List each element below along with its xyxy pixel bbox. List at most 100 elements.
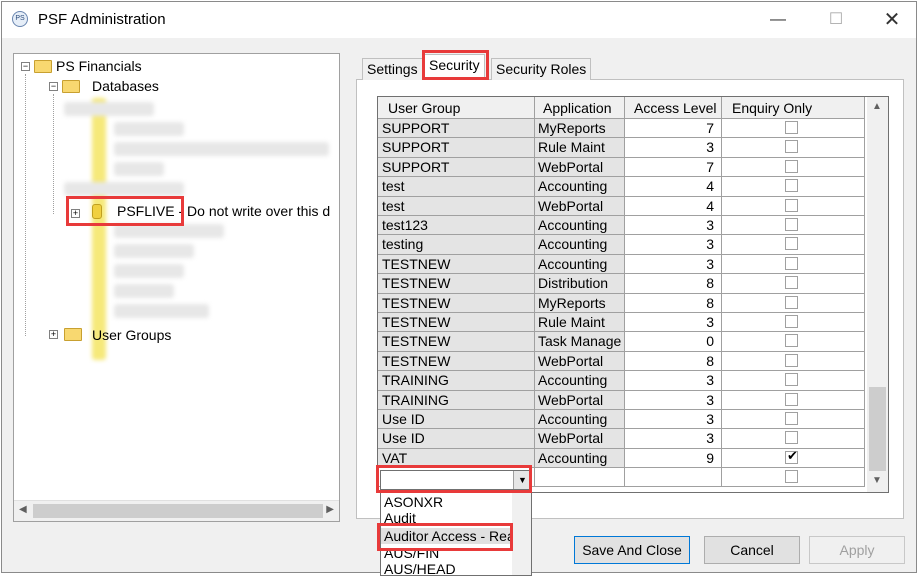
- cell-application[interactable]: WebPortal: [535, 157, 625, 178]
- cell-user-group[interactable]: test123: [378, 216, 535, 236]
- chevron-down-icon[interactable]: ▼: [513, 471, 531, 489]
- security-grid[interactable]: User Group Application Access Level Enqu…: [377, 96, 889, 493]
- cell-user-group[interactable]: TESTNEW: [378, 293, 535, 313]
- cell-user-group[interactable]: SUPPORT: [378, 119, 535, 139]
- new-row-enquiry-cell[interactable]: [722, 468, 865, 488]
- cell-enquiry-only[interactable]: [722, 254, 865, 275]
- cell-user-group[interactable]: SUPPORT: [378, 157, 535, 178]
- cell-user-group[interactable]: Use ID: [378, 429, 535, 449]
- tab-security[interactable]: Security: [424, 54, 485, 80]
- cell-application[interactable]: WebPortal: [535, 390, 625, 410]
- cell-application[interactable]: WebPortal: [535, 429, 625, 449]
- cell-user-group[interactable]: TESTNEW: [378, 332, 535, 352]
- cell-user-group[interactable]: TESTNEW: [378, 313, 535, 333]
- cell-application[interactable]: MyReports: [535, 293, 625, 313]
- tree-node-user-groups[interactable]: User Groups: [92, 326, 171, 344]
- cell-access-level[interactable]: 4: [625, 196, 722, 216]
- enquiry-checkbox[interactable]: [785, 179, 798, 193]
- cell-application[interactable]: MyReports: [535, 119, 625, 139]
- cell-enquiry-only[interactable]: [722, 216, 865, 236]
- tree-node-databases[interactable]: Databases: [92, 77, 159, 95]
- cell-user-group[interactable]: test: [378, 177, 535, 197]
- expand-icon[interactable]: +: [49, 330, 58, 339]
- tree-node-ps-financials[interactable]: PS Financials: [56, 57, 142, 75]
- expand-icon[interactable]: +: [71, 209, 80, 218]
- cell-user-group[interactable]: TESTNEW: [378, 254, 535, 275]
- cell-user-group[interactable]: TRAINING: [378, 390, 535, 410]
- cell-enquiry-only[interactable]: [722, 332, 865, 352]
- cell-user-group[interactable]: SUPPORT: [378, 138, 535, 158]
- column-header-enquiry-only[interactable]: Enquiry Only: [722, 97, 865, 119]
- cell-enquiry-only[interactable]: [722, 313, 865, 333]
- cell-application[interactable]: WebPortal: [535, 196, 625, 216]
- column-header-application[interactable]: Application: [535, 97, 625, 119]
- enquiry-checkbox[interactable]: [785, 353, 798, 367]
- cell-application[interactable]: Rule Maint: [535, 138, 625, 158]
- cell-access-level[interactable]: 4: [625, 177, 722, 197]
- cell-application[interactable]: Accounting: [535, 254, 625, 275]
- cell-access-level[interactable]: 8: [625, 274, 722, 294]
- enquiry-checkbox[interactable]: [785, 159, 798, 173]
- dropdown-option[interactable]: AUS/HEAD: [384, 561, 456, 575]
- user-group-combo[interactable]: ▼: [380, 470, 532, 490]
- collapse-icon[interactable]: −: [49, 82, 58, 91]
- enquiry-checkbox[interactable]: [785, 295, 798, 309]
- user-group-dropdown-list[interactable]: ASONXR Audit Auditor Access - Rea AUS/FI…: [380, 490, 532, 576]
- cell-access-level[interactable]: 3: [625, 254, 722, 275]
- enquiry-checkbox[interactable]: [785, 237, 798, 251]
- enquiry-checkbox[interactable]: [785, 315, 798, 328]
- cell-enquiry-only[interactable]: [722, 293, 865, 313]
- cell-access-level[interactable]: 7: [625, 157, 722, 178]
- apply-button[interactable]: Apply: [809, 536, 905, 564]
- cell-access-level[interactable]: 3: [625, 216, 722, 236]
- enquiry-checkbox[interactable]: [785, 334, 798, 348]
- cell-application[interactable]: Accounting: [535, 235, 625, 255]
- enquiry-checkbox[interactable]: [785, 198, 798, 212]
- cell-enquiry-only[interactable]: [722, 119, 865, 139]
- cell-enquiry-only[interactable]: [722, 429, 865, 449]
- scroll-thumb[interactable]: [869, 387, 886, 471]
- cell-access-level[interactable]: 3: [625, 371, 722, 391]
- cell-enquiry-only[interactable]: [722, 390, 865, 410]
- dropdown-scrollbar[interactable]: [512, 491, 531, 575]
- cell-access-level[interactable]: 7: [625, 119, 722, 139]
- tree-horizontal-scrollbar[interactable]: ◀ ▶: [14, 500, 339, 521]
- cell-enquiry-only[interactable]: [722, 138, 865, 158]
- column-header-user-group[interactable]: User Group: [378, 97, 535, 119]
- cell-access-level[interactable]: 3: [625, 235, 722, 255]
- cell-enquiry-only[interactable]: [722, 371, 865, 391]
- close-button[interactable]: ✕: [878, 8, 906, 32]
- cell-user-group[interactable]: TRAINING: [378, 371, 535, 391]
- dropdown-option[interactable]: ASONXR: [384, 494, 443, 510]
- tab-settings[interactable]: Settings: [362, 58, 423, 80]
- cell-application[interactable]: Accounting: [535, 177, 625, 197]
- cell-enquiry-only[interactable]: [722, 351, 865, 372]
- dropdown-option[interactable]: AUS/FIN: [384, 545, 439, 561]
- enquiry-checkbox[interactable]: [785, 256, 798, 270]
- cell-user-group[interactable]: test: [378, 196, 535, 216]
- new-row-app-cell[interactable]: [535, 468, 625, 488]
- cell-access-level[interactable]: 3: [625, 410, 722, 430]
- cell-application[interactable]: Accounting: [535, 216, 625, 236]
- cell-application[interactable]: Rule Maint: [535, 313, 625, 333]
- cell-application[interactable]: Accounting: [535, 371, 625, 391]
- enquiry-checkbox[interactable]: [785, 218, 798, 231]
- column-header-access-level[interactable]: Access Level: [625, 97, 722, 119]
- cell-user-group[interactable]: testing: [378, 235, 535, 255]
- cell-enquiry-only[interactable]: [722, 157, 865, 178]
- cell-application[interactable]: Task Manage: [535, 332, 625, 352]
- cell-access-level[interactable]: 3: [625, 429, 722, 449]
- cell-enquiry-only[interactable]: ✔: [722, 448, 865, 469]
- cell-application[interactable]: Distribution: [535, 274, 625, 294]
- dropdown-option-selected[interactable]: Auditor Access - Rea: [381, 528, 515, 544]
- enquiry-checkbox-checked[interactable]: ✔: [785, 449, 798, 464]
- cell-enquiry-only[interactable]: [722, 274, 865, 294]
- cell-user-group[interactable]: Use ID: [378, 410, 535, 430]
- cell-application[interactable]: Accounting: [535, 448, 625, 469]
- database-tree[interactable]: − PS Financials − Databases + PSFLIVE - …: [13, 53, 340, 522]
- cell-user-group[interactable]: TESTNEW: [378, 351, 535, 372]
- collapse-icon[interactable]: −: [21, 62, 30, 71]
- grid-vertical-scrollbar[interactable]: ▲ ▼: [867, 97, 888, 492]
- enquiry-checkbox[interactable]: [785, 373, 798, 387]
- cell-application[interactable]: Accounting: [535, 410, 625, 430]
